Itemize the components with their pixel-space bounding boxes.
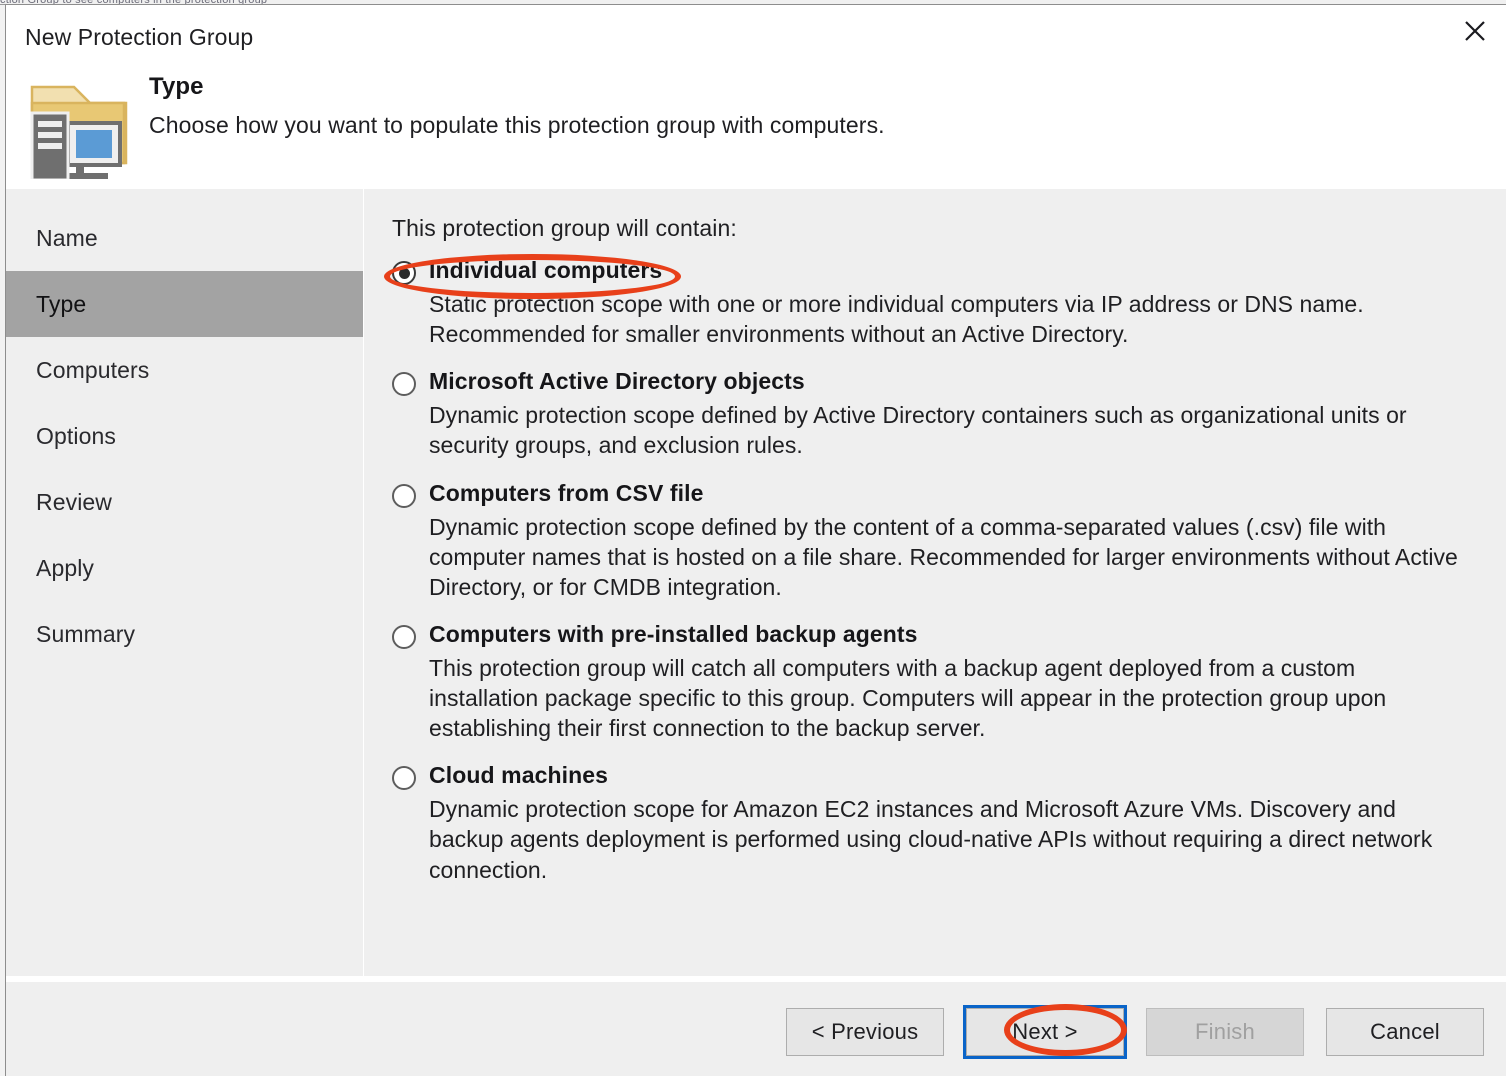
sidebar-item-type[interactable]: Type [6, 271, 363, 337]
option-label: Cloud machines [429, 762, 609, 789]
option-label: Microsoft Active Directory objects [429, 368, 805, 395]
previous-button[interactable]: < Previous [786, 1008, 944, 1056]
sidebar-item-summary[interactable]: Summary [6, 601, 363, 667]
dialog-footer: < Previous Next > Finish Cancel [6, 980, 1506, 1076]
protection-group-type-panel: This protection group will contain: Indi… [364, 189, 1506, 976]
option-description: Dynamic protection scope for Amazon EC2 … [429, 796, 1433, 883]
option-cloud-machines[interactable]: Cloud machines Dynamic protection scope … [392, 761, 1476, 884]
next-button[interactable]: Next > [963, 1005, 1127, 1059]
finish-button: Finish [1146, 1008, 1304, 1056]
page-title: Type [149, 73, 204, 100]
option-header[interactable]: Microsoft Active Directory objects [392, 367, 1476, 397]
option-individual-computers[interactable]: Individual computers Static protection s… [392, 256, 1476, 349]
wizard-step-nav: Name Type Computers Options Review Apply… [6, 189, 364, 976]
option-description: This protection group will catch all com… [429, 654, 1387, 742]
radio-cloud-machines[interactable] [392, 766, 416, 791]
dialog-title-bar: New Protection Group [6, 5, 1506, 67]
cancel-button[interactable]: Cancel [1326, 1008, 1484, 1056]
radio-individual-computers[interactable] [392, 261, 416, 285]
option-header[interactable]: Computers from CSV file [392, 479, 1476, 508]
sidebar-item-label: Computers [36, 356, 150, 383]
dialog-body: Name Type Computers Options Review Apply… [6, 189, 1506, 976]
close-icon[interactable] [1444, 5, 1506, 57]
radio-computers-from-csv[interactable] [392, 483, 416, 508]
dialog-button-bar: < Previous Next > Finish Cancel [786, 1005, 1484, 1059]
sidebar-item-name[interactable]: Name [6, 205, 363, 271]
sidebar-item-options[interactable]: Options [6, 403, 363, 469]
option-header[interactable]: Computers with pre-installed backup agen… [392, 620, 1476, 649]
option-label: Individual computers [429, 257, 663, 283]
dialog-header-text: Type Choose how you want to populate thi… [149, 73, 885, 139]
option-computers-from-csv[interactable]: Computers from CSV file Dynamic protecti… [392, 479, 1476, 602]
option-header[interactable]: Individual computers [392, 256, 1476, 285]
option-label: Computers from CSV file [429, 479, 704, 506]
radio-preinstalled-backup-agents[interactable] [392, 624, 416, 649]
sidebar-item-label: Options [36, 422, 116, 449]
new-protection-group-dialog: New Protection Group Type Choose how you… [5, 4, 1506, 1076]
option-description: Dynamic protection scope defined by the … [429, 513, 1458, 600]
option-header[interactable]: Cloud machines [392, 761, 1476, 791]
option-preinstalled-backup-agents[interactable]: Computers with pre-installed backup agen… [392, 620, 1476, 743]
option-description: Dynamic protection scope defined by Acti… [429, 402, 1407, 459]
sidebar-item-review[interactable]: Review [6, 469, 363, 535]
dialog-title: New Protection Group [25, 24, 254, 50]
sidebar-item-label: Summary [36, 620, 136, 647]
protection-group-folder-computer-icon [24, 67, 134, 182]
option-active-directory-objects[interactable]: Microsoft Active Directory objects Dynam… [392, 367, 1476, 460]
panel-intro-text: This protection group will contain: [392, 215, 737, 241]
dialog-header: Type Choose how you want to populate thi… [6, 67, 1506, 189]
option-description: Static protection scope with one or more… [429, 291, 1364, 348]
sidebar-item-label: Review [36, 488, 113, 515]
sidebar-item-label: Apply [36, 554, 95, 581]
sidebar-item-label: Type [36, 290, 87, 317]
radio-active-directory-objects[interactable] [392, 372, 416, 397]
sidebar-item-apply[interactable]: Apply [6, 535, 363, 601]
page-subtitle: Choose how you want to populate this pro… [149, 112, 885, 138]
option-label: Computers with pre-installed backup agen… [429, 620, 918, 647]
sidebar-item-computers[interactable]: Computers [6, 337, 363, 403]
sidebar-item-label: Name [36, 224, 98, 251]
